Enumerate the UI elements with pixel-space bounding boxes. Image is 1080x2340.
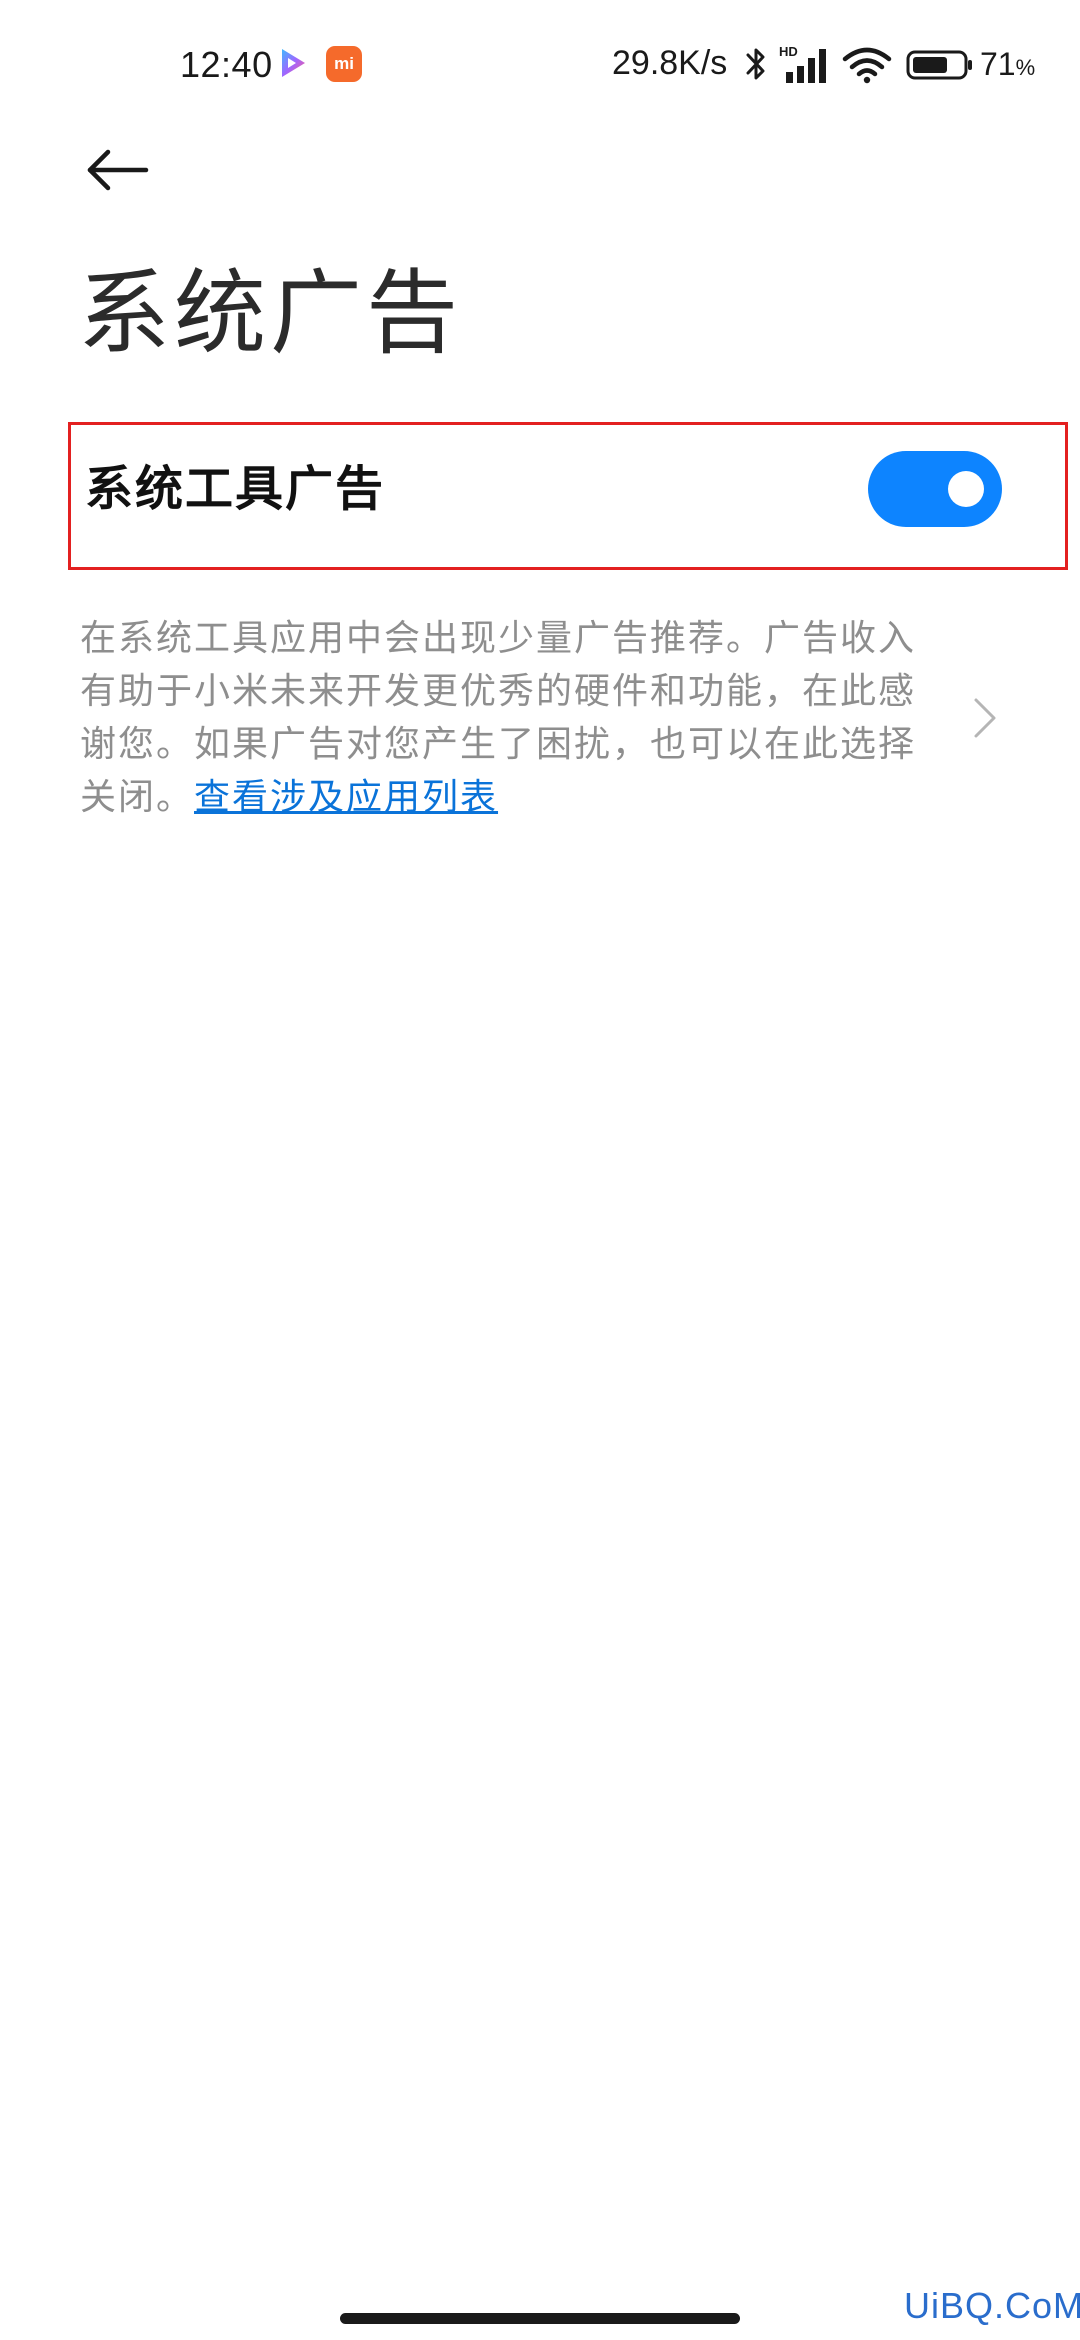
home-indicator[interactable]	[340, 2313, 740, 2324]
battery-percent-unit: %	[1015, 55, 1036, 80]
view-app-list-link[interactable]: 查看涉及应用列表	[194, 777, 498, 818]
status-bar: 12:40 mi 29.8K/s HD 71%	[0, 0, 1080, 130]
wifi-icon	[842, 47, 892, 84]
back-button[interactable]	[70, 130, 162, 222]
play-app-icon	[282, 49, 305, 77]
screen: 12:40 mi 29.8K/s HD 71% 系统广告 系统工具广告 在系统工…	[0, 0, 1080, 2340]
page-title: 系统广告	[78, 260, 463, 367]
mi-app-icon: mi	[326, 46, 362, 82]
battery-percent: 71%	[980, 46, 1036, 82]
battery-icon	[906, 50, 972, 80]
network-speed: 29.8K/s	[612, 44, 728, 82]
system-tools-ads-toggle[interactable]	[868, 451, 1002, 527]
setting-label: 系统工具广告	[85, 461, 386, 517]
watermark: UiBQ.CoM	[904, 2285, 1080, 2326]
arrow-left-icon	[87, 149, 149, 191]
hd-badge: HD	[779, 44, 798, 59]
system-tools-ads-setting[interactable]: 系统工具广告	[68, 422, 1068, 570]
chevron-right-icon[interactable]	[972, 696, 998, 740]
status-time: 12:40	[180, 44, 273, 85]
cellular-signal-icon: HD	[779, 44, 826, 83]
setting-description: 在系统工具应用中会出现少量广告推荐。广告收入有助于小米未来开发更优秀的硬件和功能…	[80, 612, 920, 824]
bluetooth-icon	[746, 48, 765, 80]
toggle-knob	[948, 471, 984, 507]
